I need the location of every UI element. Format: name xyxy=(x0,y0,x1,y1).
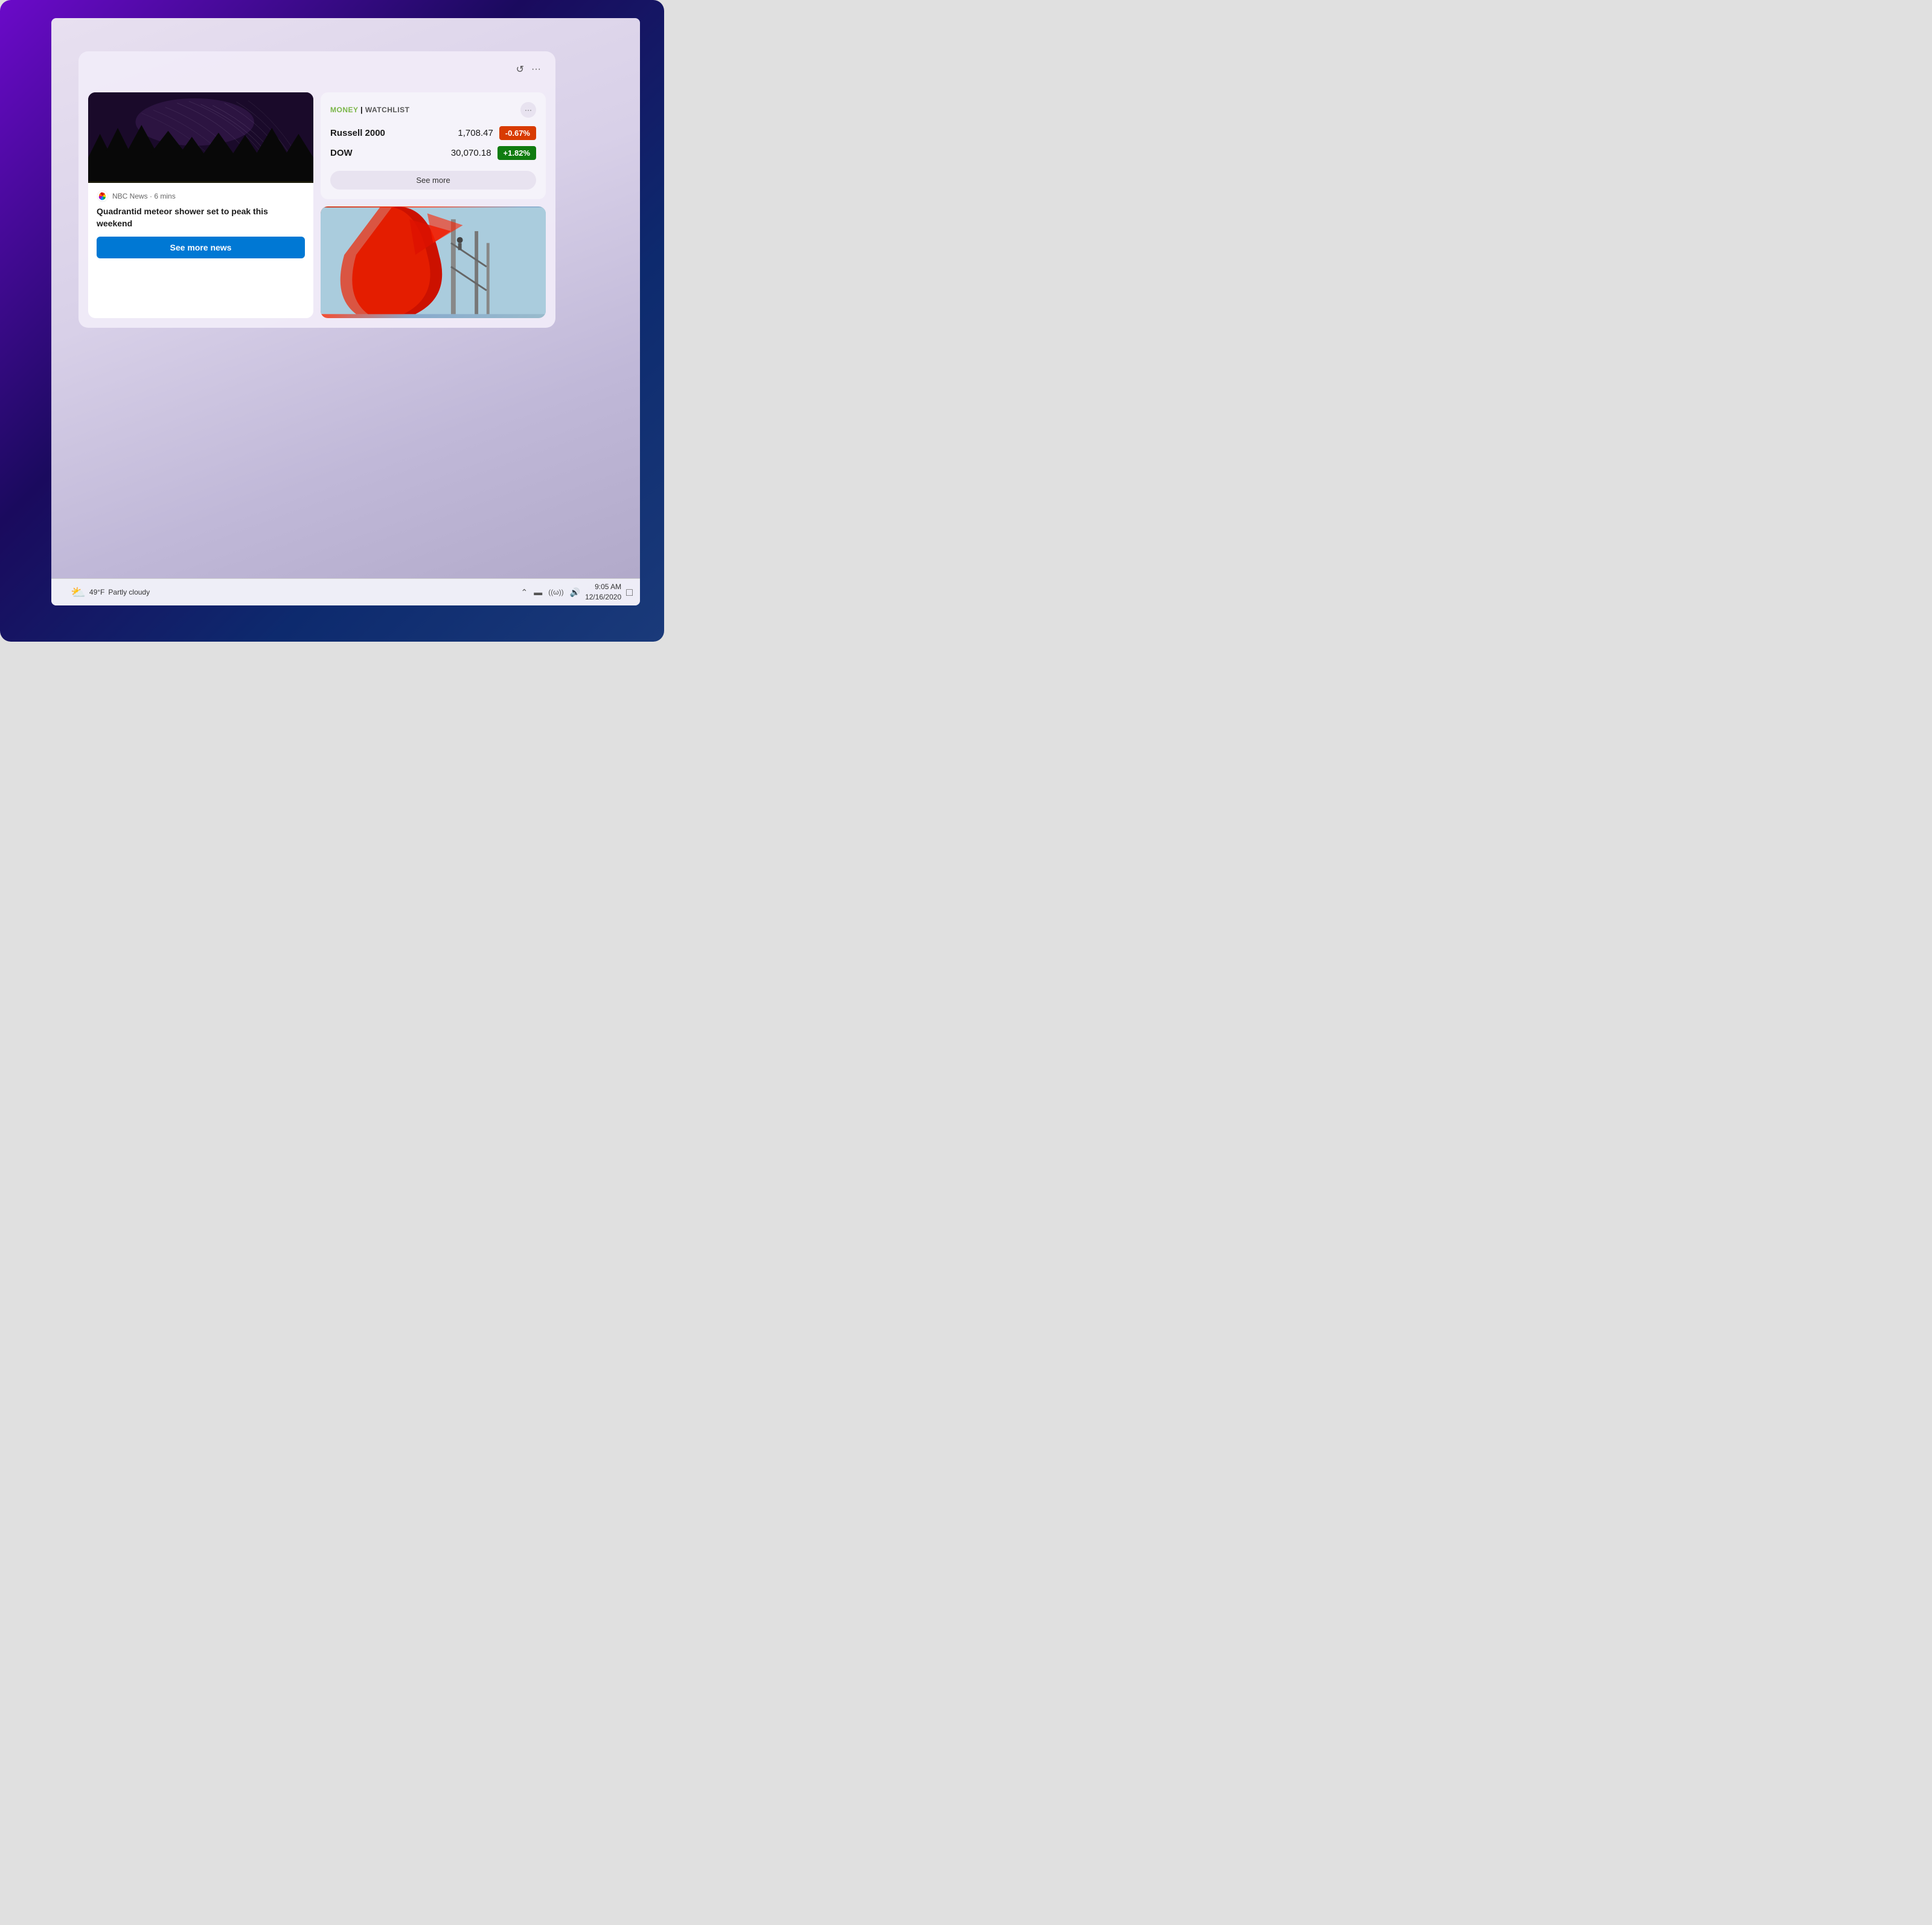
right-image-svg xyxy=(321,206,546,315)
watchlist-title: MONEY | WATCHLIST xyxy=(330,106,409,114)
refresh-icon[interactable]: ↺ xyxy=(516,63,524,75)
star-trails-svg xyxy=(88,92,313,181)
right-column: MONEY | WATCHLIST ··· Russell 2000 1,708… xyxy=(321,92,546,318)
right-image-card xyxy=(321,206,546,318)
chevron-up-icon[interactable]: ⌃ xyxy=(521,587,528,598)
news-image-photo xyxy=(88,92,313,183)
see-more-news-button[interactable]: See more news xyxy=(97,237,305,258)
top-bar: ↺ ··· xyxy=(88,61,546,78)
nbc-logo xyxy=(97,190,109,202)
taskbar-weather-icon: ⛅ xyxy=(71,585,86,600)
taskbar-condition: Partly cloudy xyxy=(108,588,150,596)
news-image-card: NBC News · 6 mins Quadrantid meteor show… xyxy=(88,92,313,318)
stock-change-2: +1.82% xyxy=(497,146,536,160)
watchlist-more-button[interactable]: ··· xyxy=(520,102,536,118)
see-more-stocks-button[interactable]: See more xyxy=(330,171,536,190)
taskbar-weather: ⛅ 49°F Partly cloudy xyxy=(71,585,150,600)
more-icon[interactable]: ··· xyxy=(531,64,541,75)
taskbar-icons: ⌃ ▬ ((ω)) 🔊 xyxy=(521,587,581,598)
nbc-news-source: NBC News · 6 mins xyxy=(97,190,305,202)
date-display: 12/16/2020 xyxy=(585,592,621,602)
stock-right-2: 30,070.18 +1.82% xyxy=(451,146,536,160)
bottom-row: NBC News · 6 mins Quadrantid meteor show… xyxy=(88,92,546,318)
stock-row-2: DOW 30,070.18 +1.82% xyxy=(330,146,536,160)
watchlist-card: MONEY | WATCHLIST ··· Russell 2000 1,708… xyxy=(321,92,546,199)
wifi-icon: ((ω)) xyxy=(548,588,563,596)
taskbar-time: 9:05 AM 12/16/2020 xyxy=(585,582,621,602)
notification-icon[interactable]: □ xyxy=(626,586,633,599)
stock-row-1: Russell 2000 1,708.47 -0.67% xyxy=(330,126,536,140)
screen: ↺ ··· xyxy=(51,18,640,605)
right-image-photo xyxy=(321,206,546,318)
news-image-headline[interactable]: Quadrantid meteor shower set to peak thi… xyxy=(97,206,305,229)
time-display: 9:05 AM xyxy=(585,582,621,592)
stock-value-1: 1,708.47 xyxy=(458,128,493,138)
battery-icon: ▬ xyxy=(534,587,542,597)
watchlist-header: MONEY | WATCHLIST ··· xyxy=(330,102,536,118)
taskbar-temp: 49°F xyxy=(89,588,104,596)
news-image-content: NBC News · 6 mins Quadrantid meteor show… xyxy=(88,183,313,266)
stock-name-2: DOW xyxy=(330,148,353,158)
stock-change-1: -0.67% xyxy=(499,126,536,140)
taskbar: ⛅ 49°F Partly cloudy ⌃ ▬ ((ω)) 🔊 9:05 AM… xyxy=(51,578,640,605)
stock-right-1: 1,708.47 -0.67% xyxy=(458,126,536,140)
nbc-source-name: NBC News · 6 mins xyxy=(112,192,176,200)
laptop-frame: ↺ ··· xyxy=(0,0,664,642)
stock-value-2: 30,070.18 xyxy=(451,148,491,158)
widget-panel: ↺ ··· xyxy=(78,51,555,328)
volume-icon[interactable]: 🔊 xyxy=(570,587,580,598)
stock-name-1: Russell 2000 xyxy=(330,128,385,138)
